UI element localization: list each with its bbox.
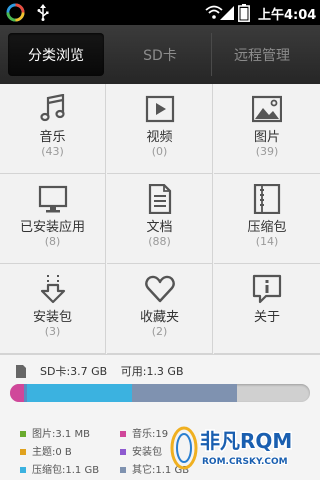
- legend-swatch: [20, 449, 26, 455]
- legend-archives: 压缩包:1.1 GB: [20, 461, 99, 476]
- legend-text: 音乐:19: [132, 429, 169, 440]
- category-count: (3): [44, 325, 61, 338]
- category-installed-apps[interactable]: 已安装应用 (8): [0, 174, 106, 264]
- category-count: (43): [41, 145, 64, 158]
- status-bar: 上午4:04: [0, 0, 320, 25]
- category-label: 文档: [146, 220, 173, 235]
- category-label: 压缩包: [247, 220, 287, 235]
- category-pictures[interactable]: 图片 (39): [214, 84, 320, 174]
- category-label: 安装包: [32, 310, 72, 325]
- watermark-brand: 非凡RQM: [200, 429, 292, 453]
- legend-swatch: [120, 449, 126, 455]
- category-install-packages[interactable]: 安装包 (3): [0, 264, 106, 354]
- legend-pictures: 图片:3.1 MB: [20, 425, 90, 440]
- legend-text: 主题:0 B: [32, 447, 72, 458]
- legend-music: 音乐:19: [120, 425, 168, 440]
- heart-icon: [145, 275, 175, 303]
- legend-themes: 主题:0 B: [20, 443, 72, 458]
- usage-segment-other: [132, 384, 238, 402]
- music-note-icon: [40, 94, 65, 122]
- category-count: (88): [148, 235, 171, 248]
- watermark-url: ROM.CRSKY.COM: [202, 457, 288, 467]
- clock: 上午4:04: [258, 8, 317, 23]
- tab-remote-management[interactable]: 远程管理: [212, 33, 312, 76]
- watermark-logo: 非凡RQM ROM.CRSKY.COM: [170, 426, 294, 470]
- archive-icon: [253, 184, 281, 214]
- category-documents[interactable]: 文档 (88): [107, 174, 213, 264]
- info-icon: [252, 274, 282, 304]
- video-play-icon: [145, 95, 175, 123]
- picture-icon: [252, 95, 282, 123]
- storage-totals: SD卡:3.7 GB 可用:1.3 GB: [40, 363, 194, 379]
- download-arrow-icon: [40, 275, 66, 304]
- category-grid: 音乐 (43) 视频 (0) 图片 (39) 已安装应用 (8) 文档 (88)…: [0, 84, 320, 354]
- legend-install-packages: 安装包: [120, 443, 162, 458]
- category-count: (2): [151, 325, 168, 338]
- category-video[interactable]: 视频 (0): [107, 84, 213, 174]
- monitor-icon: [38, 185, 68, 213]
- category-label: 已安装应用: [19, 220, 85, 235]
- category-label: 图片: [253, 130, 280, 145]
- sd-total-text: SD卡:3.7 GB: [40, 365, 108, 378]
- legend-swatch: [120, 467, 126, 473]
- legend-swatch: [20, 467, 26, 473]
- tab-sd-card[interactable]: SD卡: [110, 33, 210, 76]
- category-favorites[interactable]: 收藏夹 (2): [107, 264, 213, 354]
- category-count: (8): [44, 235, 61, 248]
- category-label: 音乐: [39, 130, 66, 145]
- category-count: (39): [255, 145, 279, 158]
- category-archives[interactable]: 压缩包 (14): [214, 174, 320, 264]
- signal-strength-icon: [220, 6, 234, 20]
- usage-segment-music: [10, 384, 24, 402]
- document-icon: [148, 184, 172, 214]
- legend-text: 安装包: [132, 447, 162, 458]
- category-about[interactable]: 关于: [214, 264, 320, 354]
- tab-bar: 分类浏览 SD卡 远程管理: [0, 25, 320, 84]
- usb-icon: [37, 4, 49, 21]
- sd-card-icon: [16, 365, 26, 378]
- category-count: (0): [151, 145, 168, 158]
- app-logo-icon: [6, 3, 25, 22]
- available-text: 可用:1.3 GB: [120, 365, 184, 378]
- legend-text: 图片:3.1 MB: [32, 429, 90, 440]
- legend-text: 压缩包:1.1 GB: [32, 465, 100, 476]
- legend-swatch: [120, 431, 126, 437]
- storage-usage-bar: [10, 384, 310, 402]
- category-label: 视频: [146, 130, 173, 145]
- battery-icon: [238, 4, 250, 22]
- category-label: 关于: [253, 310, 280, 325]
- usage-segment-archives: [27, 384, 133, 402]
- legend-swatch: [20, 431, 26, 437]
- category-music[interactable]: 音乐 (43): [0, 84, 106, 174]
- category-count: (14): [255, 235, 279, 248]
- category-label: 收藏夹: [139, 310, 179, 325]
- tab-category-browse[interactable]: 分类浏览: [8, 33, 104, 76]
